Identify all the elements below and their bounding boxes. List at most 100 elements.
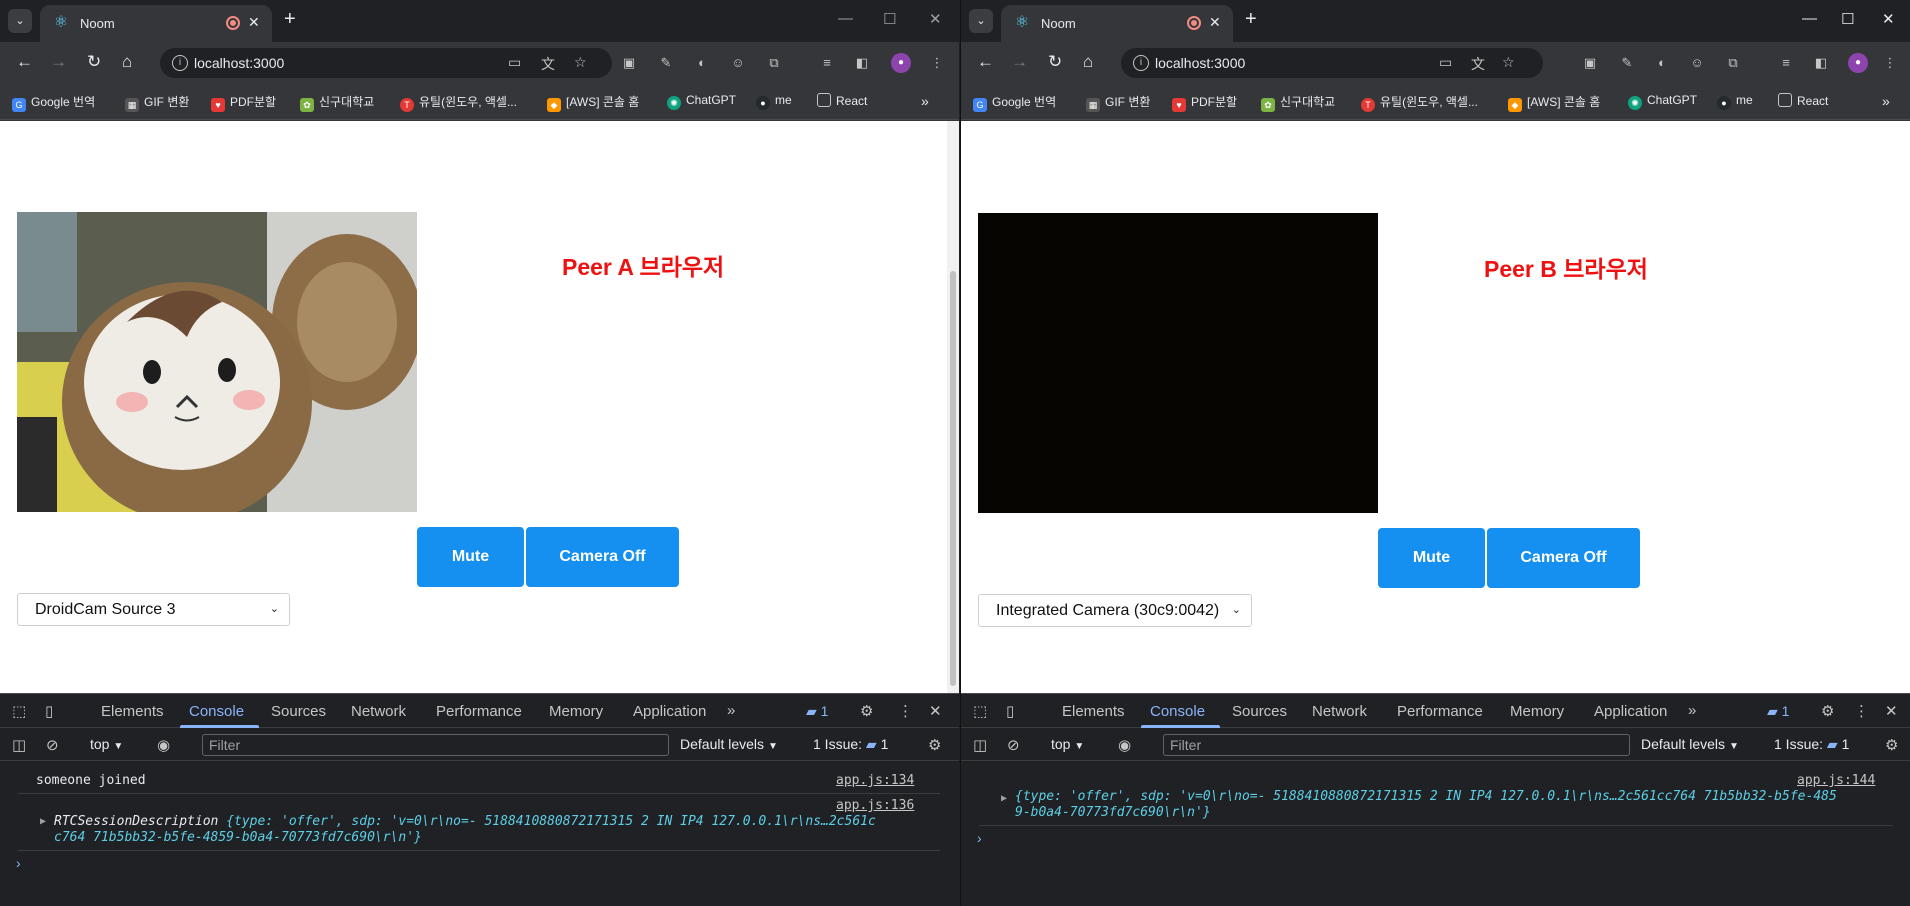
bookmark-folder-react[interactable]: React [1778,93,1828,108]
browser-tab[interactable]: ⚛ Noom ✕ [40,5,272,42]
console-filter-input[interactable]: Filter [1163,734,1630,756]
bookmark-folder-react[interactable]: React [817,93,867,108]
tab-application[interactable]: Application [633,703,706,720]
context-selector[interactable]: top ▼ [90,736,123,752]
reload-icon[interactable]: ↻ [1048,52,1062,72]
reload-icon[interactable]: ↻ [87,52,101,72]
camera-in-use-icon[interactable]: ▭ [1439,54,1452,71]
close-window-icon[interactable]: ✕ [1882,10,1895,28]
clear-console-icon[interactable]: ⊘ [1007,736,1020,754]
tab-sources[interactable]: Sources [1232,703,1287,720]
minimize-icon[interactable]: — [838,10,853,27]
tab-performance[interactable]: Performance [1397,703,1483,720]
log-levels-dropdown[interactable]: Default levels ▼ [1641,736,1739,752]
sidebar-toggle-icon[interactable]: ◫ [12,736,26,754]
scrollbar-thumb[interactable] [950,271,956,686]
more-bookmarks-icon[interactable]: » [921,93,929,109]
device-toolbar-icon[interactable]: ▯ [45,702,53,720]
tab-network[interactable]: Network [1312,703,1367,720]
extension-icon[interactable]: ☺ [1688,54,1706,72]
color-picker-icon[interactable]: ✎ [657,54,675,72]
translate-icon[interactable]: 文 [541,54,555,74]
bookmark-google-translate[interactable]: G Google 번역 [973,93,1056,112]
extension-icon[interactable]: ▣ [620,54,638,72]
tab-network[interactable]: Network [351,703,406,720]
device-toolbar-icon[interactable]: ▯ [1006,702,1014,720]
camera-off-button[interactable]: Camera Off [526,527,679,587]
more-menu-icon[interactable]: ⋮ [1881,54,1899,72]
media-control-icon[interactable]: ≡ [1777,54,1795,72]
console-settings-gear-icon[interactable]: ⚙ [1885,736,1898,754]
back-icon[interactable]: ← [977,52,994,72]
console-prompt-icon[interactable]: › [16,855,21,871]
console-prompt-icon[interactable]: › [977,830,982,846]
extensions-puzzle-icon[interactable]: ⧉ [765,54,783,72]
back-icon[interactable]: ← [16,52,33,72]
extension-icon[interactable]: ☺ [729,54,747,72]
settings-gear-icon[interactable]: ⚙ [1821,702,1834,720]
extension-icon[interactable]: ◐ [1653,54,1671,72]
live-expression-eye-icon[interactable]: ◉ [157,736,170,754]
bookmark-chatgpt[interactable]: ✺ ChatGPT [667,93,736,110]
context-selector[interactable]: top ▼ [1051,736,1084,752]
bookmark-me[interactable]: ● me [1717,93,1753,110]
browser-tab[interactable]: ⚛ Noom ✕ [1001,5,1233,42]
issues-button[interactable]: 1 Issue: ▰ 1 [813,736,888,753]
bookmark-shingu[interactable]: ✿ 신구대학교 [1261,93,1335,112]
bookmark-shingu[interactable]: ✿ 신구대학교 [300,93,374,112]
mute-button[interactable]: Mute [417,527,524,587]
tab-memory[interactable]: Memory [549,703,603,720]
bookmark-aws[interactable]: ◆ [AWS] 콘솔 홈 [1508,93,1600,112]
expand-triangle-icon[interactable]: ▶ [40,816,46,827]
home-icon[interactable]: ⌂ [122,52,132,72]
live-expression-eye-icon[interactable]: ◉ [1118,736,1131,754]
camera-in-use-icon[interactable]: ▭ [508,54,521,71]
media-control-icon[interactable]: ≡ [818,54,836,72]
bookmark-me[interactable]: ● me [756,93,792,110]
forward-icon[interactable]: → [1011,52,1028,72]
tab-console[interactable]: Console [1150,703,1205,720]
forward-icon[interactable]: → [50,52,67,72]
tab-console[interactable]: Console [189,703,244,720]
home-icon[interactable]: ⌂ [1083,52,1093,72]
bookmark-gif[interactable]: ▦ GIF 변환 [1086,93,1150,112]
new-tab-icon[interactable]: + [1245,8,1257,31]
profile-avatar[interactable]: ● [891,53,911,73]
address-bar[interactable]: i localhost:3000 ▭ 文 ☆ [1121,48,1543,78]
bookmark-util[interactable]: T 유틸(윈도우, 액셀... [400,93,517,112]
bookmark-star-icon[interactable]: ☆ [1502,54,1515,71]
clear-console-icon[interactable]: ⊘ [46,736,59,754]
mute-button[interactable]: Mute [1378,528,1485,588]
tab-performance[interactable]: Performance [436,703,522,720]
minimize-icon[interactable]: — [1802,10,1817,27]
inspect-element-icon[interactable]: ⬚ [12,702,26,720]
tab-application[interactable]: Application [1594,703,1667,720]
maximize-icon[interactable]: ☐ [883,10,896,28]
address-bar[interactable]: i localhost:3000 ▭ 文 ☆ [160,48,612,78]
bookmark-star-icon[interactable]: ☆ [574,54,587,71]
log-levels-dropdown[interactable]: Default levels ▼ [680,736,778,752]
extensions-puzzle-icon[interactable]: ⧉ [1724,54,1742,72]
side-panel-icon[interactable]: ◧ [1812,54,1830,72]
profile-avatar[interactable]: ● [1848,53,1868,73]
page-scrollbar[interactable] [947,121,959,693]
extension-icon[interactable]: ▣ [1581,54,1599,72]
issues-button[interactable]: 1 Issue: ▰ 1 [1774,736,1849,753]
camera-select[interactable]: Integrated Camera (30c9:0042) ⌄ [978,594,1252,627]
tab-elements[interactable]: Elements [101,703,164,720]
message-count-badge[interactable]: ▰ 1 [806,703,828,720]
bookmark-chatgpt[interactable]: ✺ ChatGPT [1628,93,1697,110]
extension-icon[interactable]: ◐ [693,54,711,72]
bookmark-pdf[interactable]: ♥ PDF분할 [1172,93,1237,112]
tab-search-button[interactable]: ⌄ [8,9,32,33]
expand-triangle-icon[interactable]: ▶ [1001,793,1007,804]
log-source-link[interactable]: app.js:136 [836,798,914,813]
more-options-icon[interactable]: ⋮ [1854,702,1869,720]
inspect-element-icon[interactable]: ⬚ [973,702,987,720]
site-info-icon[interactable]: i [172,55,188,71]
maximize-icon[interactable]: ☐ [1841,10,1854,28]
camera-off-button[interactable]: Camera Off [1487,528,1640,588]
tab-close-icon[interactable]: ✕ [248,14,260,31]
close-devtools-icon[interactable]: ✕ [929,702,942,720]
tab-search-button[interactable]: ⌄ [969,9,993,33]
